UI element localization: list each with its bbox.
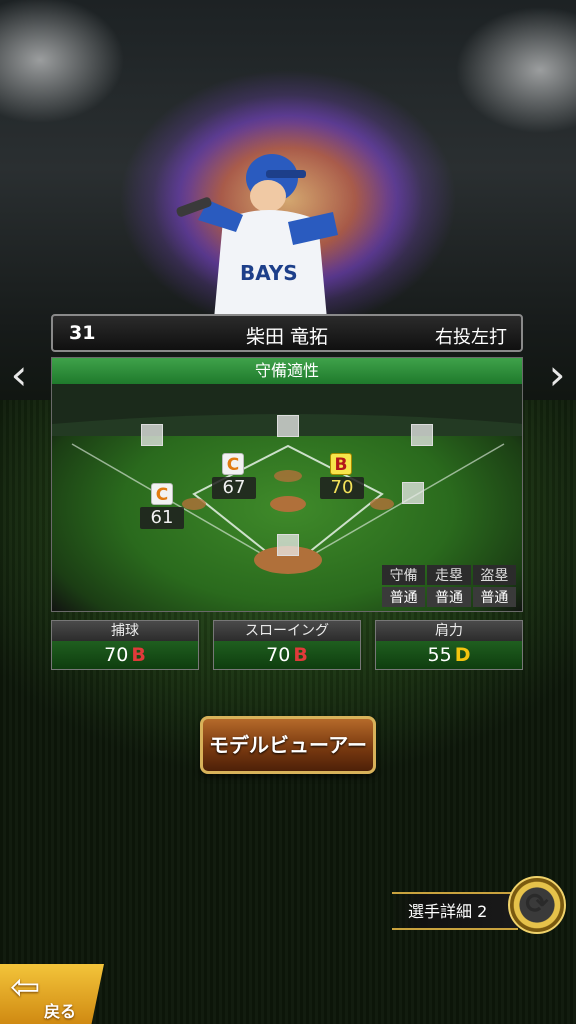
defense-aptitude-panel: 守備適性 C 67 B 70 C 61 守備 走塁 盗塁 普通 普通 普通	[51, 357, 523, 612]
back-button-label: 戻る	[44, 1002, 77, 1021]
second-base-grade-badge[interactable]: B	[330, 453, 352, 475]
back-arrow-icon: ⇦	[10, 967, 41, 1008]
stat-label-throwing: スローイング	[214, 621, 360, 641]
model-viewer-button[interactable]: モデルビューアー	[200, 716, 376, 774]
stat-number: 70	[104, 644, 129, 666]
aux-value-stealing: 普通	[472, 587, 516, 607]
stat-grade: D	[454, 644, 471, 666]
back-button[interactable]: ⇦ 戻る	[0, 964, 104, 1024]
svg-text:BAYS: BAYS	[240, 261, 298, 285]
player-name-bar: 31 柴田 竜拓 右投左打	[51, 314, 523, 352]
chevron-right-icon[interactable]: ›	[542, 350, 572, 400]
position-slot-right-field[interactable]	[411, 424, 433, 446]
stat-card-throwing: スローイング 70 B	[213, 620, 361, 670]
aux-abilities-table: 守備 走塁 盗塁 普通 普通 普通	[380, 563, 518, 609]
stat-card-arm-strength: 肩力 55 D	[375, 620, 523, 670]
player-detail-button[interactable]: 選手詳細 2	[392, 892, 518, 930]
second-base-value: 70	[320, 477, 364, 499]
aux-header-stealing: 盗塁	[472, 565, 516, 585]
player-handedness: 右投左打	[435, 327, 507, 348]
player-image: BAYS	[176, 154, 338, 330]
aux-value-defense: 普通	[382, 587, 426, 607]
aux-value-running: 普通	[427, 587, 471, 607]
third-base-value: 61	[140, 507, 184, 529]
stat-number: 55	[427, 644, 452, 666]
stat-value-catching: 70 B	[52, 641, 198, 669]
stat-value-arm-strength: 55 D	[376, 641, 522, 669]
defense-aptitude-header: 守備適性	[52, 358, 522, 384]
aux-header-running: 走塁	[427, 565, 471, 585]
shortstop-grade-badge[interactable]: C	[222, 453, 244, 475]
chevron-left-icon[interactable]: ‹	[4, 350, 34, 400]
third-base-grade-badge[interactable]: C	[151, 483, 173, 505]
stat-grade: B	[131, 644, 146, 666]
stat-number: 70	[266, 644, 291, 666]
stat-card-catching: 捕球 70 B	[51, 620, 199, 670]
stat-label-catching: 捕球	[52, 621, 198, 641]
stat-grade: B	[293, 644, 308, 666]
stat-value-throwing: 70 B	[214, 641, 360, 669]
position-slot-center-field[interactable]	[277, 415, 299, 437]
position-slot-catcher[interactable]	[277, 534, 299, 556]
position-slot-left-field[interactable]	[141, 424, 163, 446]
position-slot-first-base[interactable]	[402, 482, 424, 504]
stat-label-arm-strength: 肩力	[376, 621, 522, 641]
swap-arrows-icon[interactable]: ⟳	[508, 876, 566, 934]
shortstop-value: 67	[212, 477, 256, 499]
aux-header-defense: 守備	[382, 565, 426, 585]
